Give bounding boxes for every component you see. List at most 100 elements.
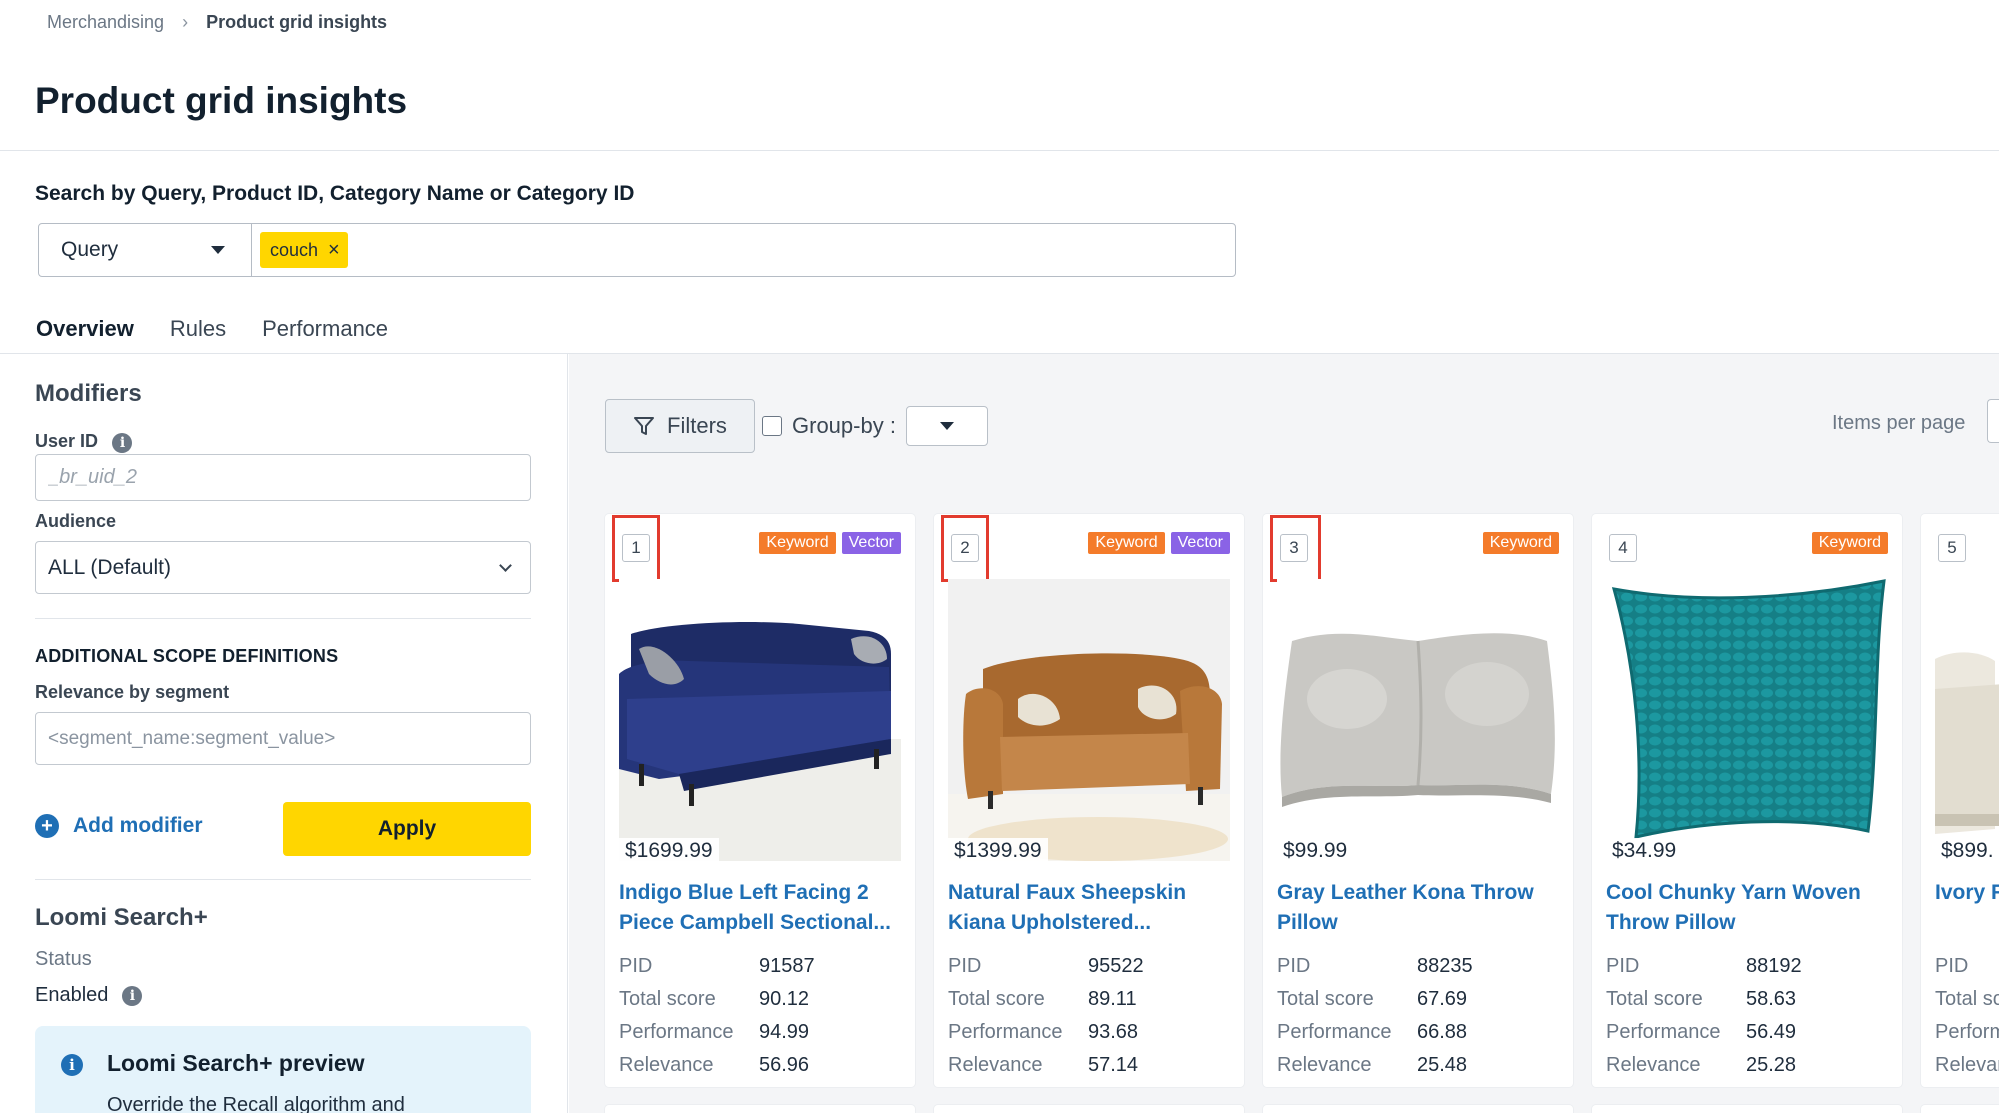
product-price: $899. bbox=[1935, 838, 1999, 864]
product-title-link[interactable]: Cool Chunky Yarn Woven Throw Pillow bbox=[1606, 878, 1888, 938]
sofa-icon bbox=[619, 579, 901, 861]
pid-label: PID bbox=[1935, 955, 1969, 977]
search-field: couch × bbox=[252, 224, 1235, 276]
search-type-value: Query bbox=[61, 238, 119, 261]
product-grid-area: Filters Group-by : Items per page 1 Keyw… bbox=[569, 354, 1999, 1113]
product-card[interactable]: 4 Keyword $34.99 Cool Chunky Yarn Woven … bbox=[1592, 514, 1902, 1087]
relevance-label: Relevance bbox=[1935, 1054, 1999, 1076]
performance-value: 94.99 bbox=[759, 1021, 810, 1043]
group-by-checkbox[interactable] bbox=[762, 416, 782, 436]
pid-value: 95522 bbox=[1088, 955, 1144, 977]
header-divider bbox=[0, 150, 1999, 151]
search-label: Search by Query, Product ID, Category Na… bbox=[35, 182, 635, 205]
product-metrics: PID Total score Performance Relevance bbox=[1935, 950, 1999, 1082]
product-metrics: PID 88235 Total score 67.69 Performance 66.… bbox=[1277, 950, 1559, 1082]
rank-badge: 3 bbox=[1280, 534, 1308, 562]
items-per-page-select[interactable] bbox=[1987, 399, 1999, 443]
performance-label: Performance bbox=[1606, 1021, 1721, 1043]
modifiers-panel: Modifiers User ID i Audience ALL (Defaul… bbox=[0, 354, 568, 1113]
add-modifier-button[interactable]: + Add modifier bbox=[35, 814, 203, 838]
vector-badge: Vector bbox=[841, 532, 901, 554]
chevron-down-icon bbox=[499, 558, 512, 572]
product-card[interactable] bbox=[1592, 1105, 1902, 1113]
caret-down-icon bbox=[939, 422, 954, 430]
relevance-label: Relevance bbox=[619, 1054, 714, 1076]
divider bbox=[35, 879, 531, 880]
performance-value: 93.68 bbox=[1088, 1021, 1139, 1043]
relevance-label: Relevance bbox=[1277, 1054, 1372, 1076]
total-score-value: 67.69 bbox=[1417, 988, 1468, 1010]
group-by-control: Group-by : bbox=[762, 406, 988, 446]
tab-rules[interactable]: Rules bbox=[158, 306, 238, 356]
pillow-gray-icon bbox=[1277, 579, 1559, 861]
product-title-link[interactable]: Indigo Blue Left Facing 2 Piece Campbell… bbox=[619, 878, 901, 938]
total-score-value: 58.63 bbox=[1746, 988, 1797, 1010]
segment-input[interactable] bbox=[35, 712, 531, 765]
product-price: $34.99 bbox=[1606, 838, 1683, 864]
divider bbox=[35, 618, 531, 619]
product-price: $1699.99 bbox=[619, 838, 719, 864]
pid-label: PID bbox=[1277, 955, 1311, 977]
search-type-dropdown[interactable]: Query bbox=[39, 224, 252, 276]
info-icon[interactable]: i bbox=[112, 432, 133, 453]
search-input[interactable] bbox=[347, 224, 1235, 276]
product-title-link[interactable]: Natural Faux Sheepskin Kiana Upholstered… bbox=[948, 878, 1230, 938]
product-card[interactable]: 1 Keyword Vector $1699.99 Indigo Blue Le… bbox=[605, 514, 915, 1087]
product-card[interactable] bbox=[605, 1105, 915, 1113]
tab-performance[interactable]: Performance bbox=[250, 306, 400, 356]
breadcrumb-merchandising-link[interactable]: Merchandising bbox=[47, 12, 164, 33]
user-id-label-row: User ID i bbox=[35, 431, 133, 453]
product-card[interactable]: 3 Keyword $99.99 Gray Leather Kona Throw… bbox=[1263, 514, 1573, 1087]
product-card[interactable] bbox=[1263, 1105, 1573, 1113]
rank-badge: 2 bbox=[951, 534, 979, 562]
product-card[interactable]: 2 Keyword Vector $1399.99 Natural Faux S… bbox=[934, 514, 1244, 1087]
performance-label: Performance bbox=[619, 1021, 734, 1043]
modifiers-title: Modifiers bbox=[35, 380, 142, 407]
filter-icon bbox=[634, 417, 655, 435]
ivory-sofa-icon bbox=[1935, 579, 1999, 861]
product-card[interactable] bbox=[1921, 1105, 1999, 1113]
info-icon[interactable]: i bbox=[122, 985, 143, 1006]
breadcrumb-current: Product grid insights bbox=[206, 12, 388, 32]
filters-button[interactable]: Filters bbox=[605, 399, 755, 453]
user-id-label: User ID bbox=[35, 431, 99, 451]
pid-label: PID bbox=[1606, 955, 1640, 977]
pid-label: PID bbox=[619, 955, 653, 977]
close-icon[interactable]: × bbox=[328, 240, 340, 260]
performance-value: 66.88 bbox=[1417, 1021, 1468, 1043]
filters-label: Filters bbox=[667, 413, 727, 438]
page-title: Product grid insights bbox=[35, 80, 408, 121]
group-by-select[interactable] bbox=[905, 406, 988, 446]
product-title-link[interactable]: Gray Leather Kona Throw Pillow bbox=[1277, 878, 1559, 938]
chevron-right-icon: › bbox=[182, 12, 189, 32]
tab-overview[interactable]: Overview bbox=[24, 306, 146, 358]
product-card[interactable] bbox=[934, 1105, 1244, 1113]
loomi-title: Loomi Search+ bbox=[35, 904, 208, 931]
add-modifier-label: Add modifier bbox=[73, 814, 203, 837]
performance-label: Performance bbox=[948, 1021, 1063, 1043]
loveseat-icon bbox=[948, 579, 1230, 861]
caret-down-icon bbox=[211, 246, 225, 254]
rank-badge: 4 bbox=[1609, 534, 1637, 562]
keyword-badge: Keyword bbox=[1482, 532, 1559, 554]
user-id-input[interactable] bbox=[35, 454, 531, 501]
product-card[interactable]: 5 $899. Ivory F Sofa PID Total score Per… bbox=[1921, 514, 1999, 1087]
performance-label: Performance bbox=[1277, 1021, 1392, 1043]
apply-button[interactable]: Apply bbox=[283, 802, 531, 856]
preview-title: Loomi Search+ preview bbox=[107, 1050, 365, 1076]
audience-select[interactable]: ALL (Default) bbox=[35, 541, 531, 594]
badges: Keyword bbox=[1482, 532, 1559, 554]
audience-value: ALL (Default) bbox=[48, 555, 171, 579]
items-per-page-label: Items per page bbox=[1832, 412, 1966, 434]
relevance-value: 25.28 bbox=[1746, 1054, 1797, 1076]
keyword-badge: Keyword bbox=[759, 532, 836, 554]
relevance-value: 25.48 bbox=[1417, 1054, 1468, 1076]
total-score-label: Total score bbox=[619, 988, 716, 1010]
product-title-link[interactable]: Ivory F Sofa bbox=[1935, 878, 1999, 938]
loomi-preview-box: i Loomi Search+ preview Override the Rec… bbox=[35, 1026, 531, 1113]
info-icon: i bbox=[61, 1054, 83, 1076]
search-box: Query couch × bbox=[38, 223, 1236, 277]
total-score-label: Total score bbox=[948, 988, 1045, 1010]
rank-badge: 5 bbox=[1938, 534, 1966, 562]
breadcrumb: Merchandising › Product grid insights bbox=[47, 12, 387, 33]
